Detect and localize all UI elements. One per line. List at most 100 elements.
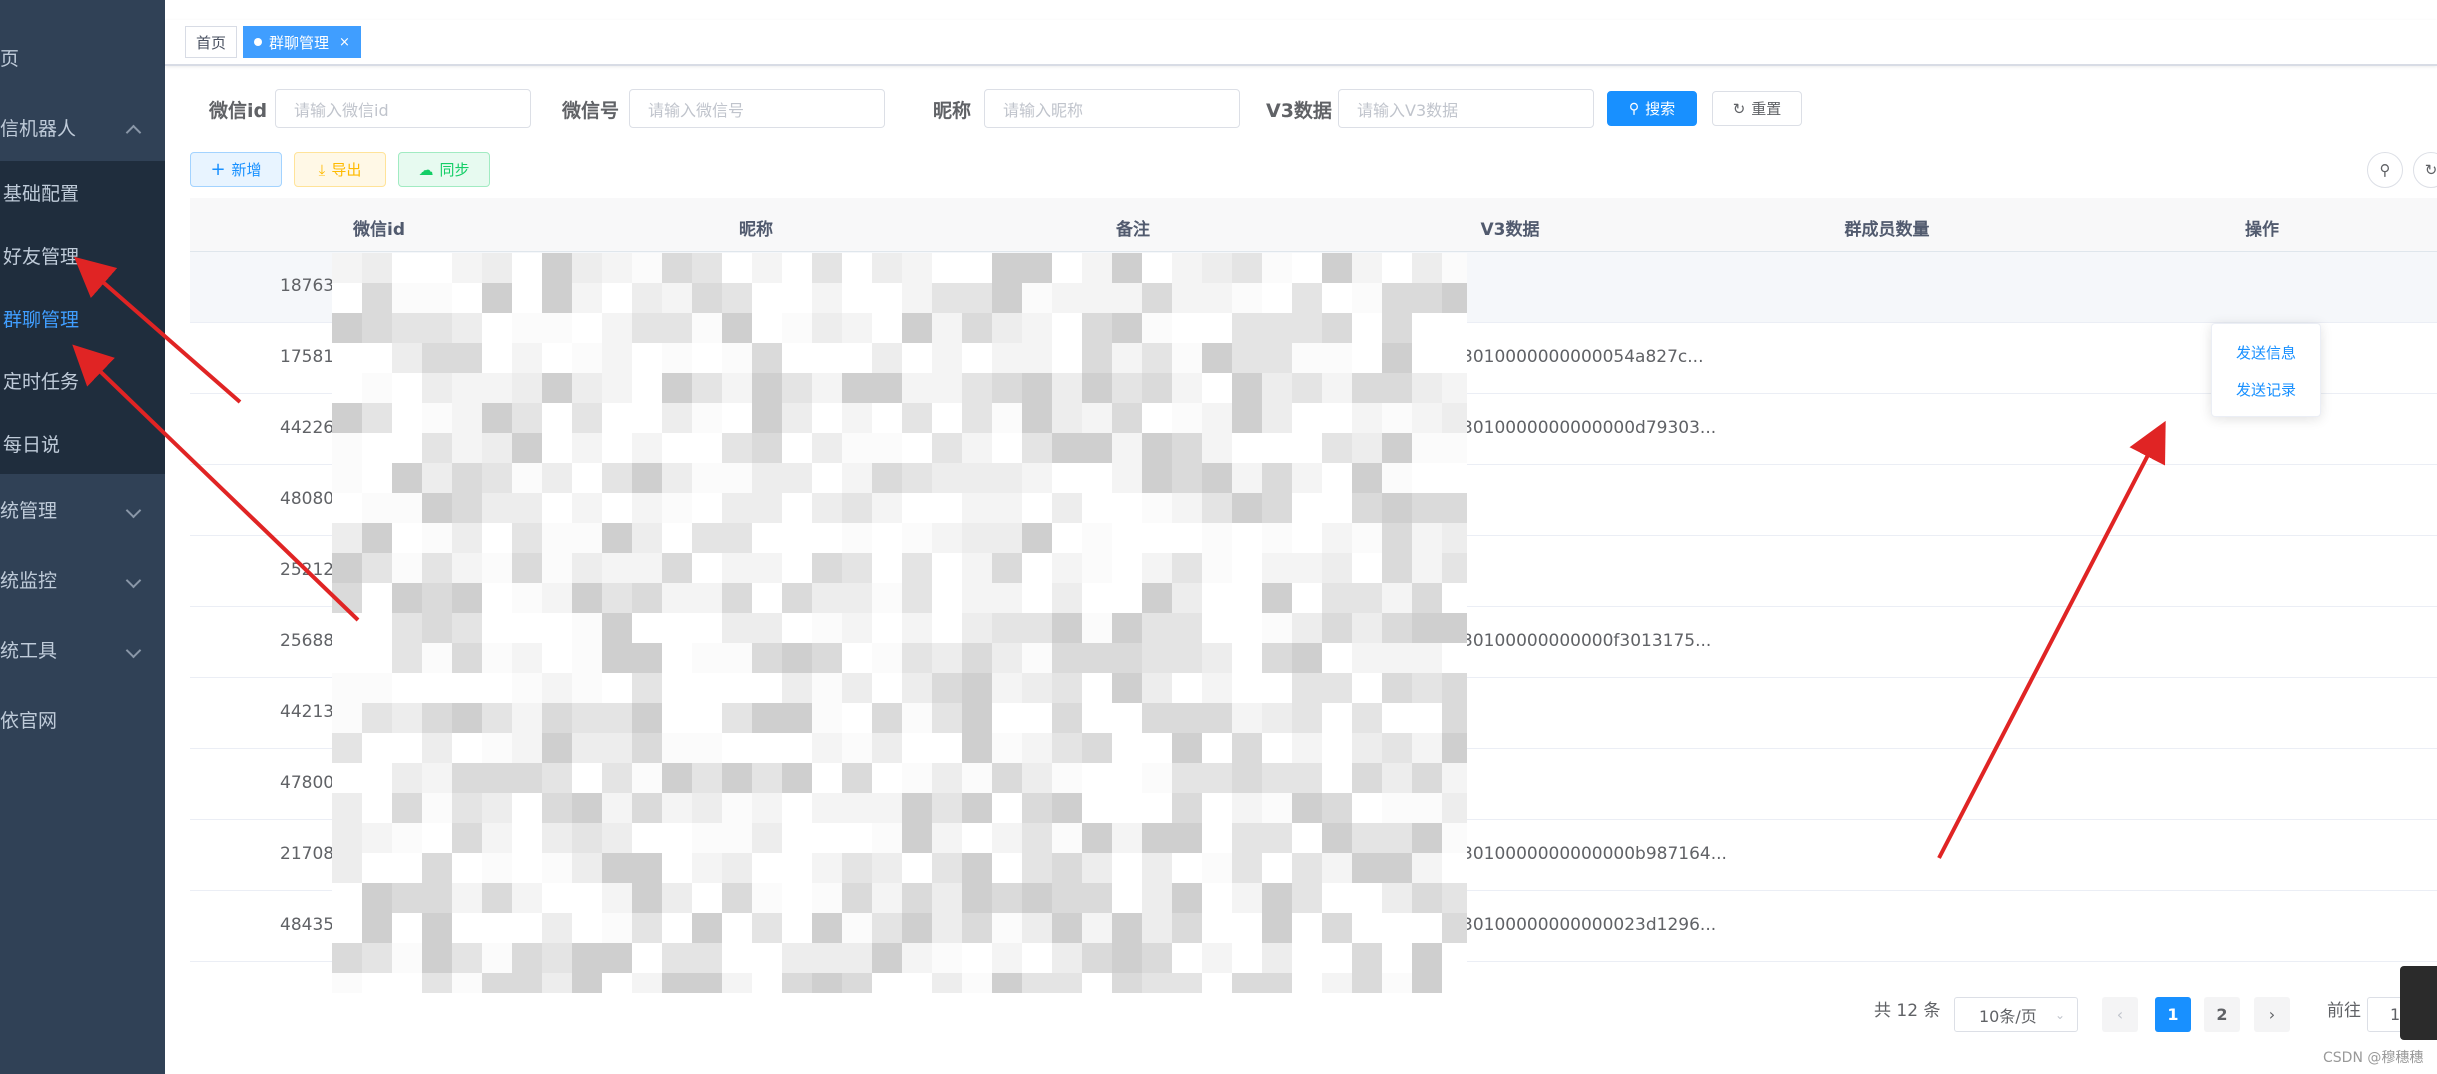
prev-page-button[interactable]: ‹ (2102, 997, 2138, 1032)
mosaic-tile (332, 613, 362, 643)
mosaic-tile (932, 643, 962, 673)
sidebar-item-official-site[interactable]: 依官网 (0, 688, 165, 750)
mosaic-tile (1172, 523, 1202, 553)
mosaic-tile (362, 673, 392, 703)
mosaic-tile (542, 883, 572, 913)
sidebar-item-system-manage[interactable]: 统管理 (0, 478, 165, 540)
mosaic-tile (662, 523, 692, 553)
mosaic-tile (1142, 283, 1172, 313)
mosaic-tile (1322, 403, 1352, 433)
mosaic-tile (1022, 763, 1052, 793)
mosaic-tile (1382, 793, 1412, 823)
sidebar-item-group-manage[interactable]: 群聊管理 (0, 287, 165, 349)
mosaic-tile (842, 523, 872, 553)
mosaic-tile (1022, 943, 1052, 973)
mosaic-tile (782, 553, 812, 583)
mosaic-tile (602, 673, 632, 703)
mosaic-tile (932, 403, 962, 433)
mosaic-tile (1322, 583, 1352, 613)
mosaic-tile (452, 793, 482, 823)
mosaic-tile (1382, 943, 1412, 973)
mosaic-tile (632, 793, 662, 823)
wechat-number-input[interactable]: 请输入微信号 (629, 89, 885, 128)
mosaic-tile (1232, 823, 1262, 853)
mosaic-tile (482, 643, 512, 673)
reset-button[interactable]: ↻ 重置 (1712, 91, 1802, 126)
plus-icon: + (210, 159, 226, 180)
chevron-down-icon (125, 502, 142, 519)
sidebar-item-friend-manage[interactable]: 好友管理 (0, 224, 165, 286)
tab-group-manage[interactable]: 群聊管理 × (243, 26, 361, 58)
mosaic-tile (872, 433, 902, 463)
tab-label: 群聊管理 (269, 33, 330, 52)
dropdown-item-send-record[interactable]: 发送记录 (2236, 379, 2296, 400)
sidebar-item-home[interactable]: 页 (0, 26, 165, 88)
next-page-button[interactable]: › (2254, 997, 2290, 1032)
mosaic-tile (1292, 403, 1322, 433)
tab-home[interactable]: 首页 (185, 26, 238, 58)
mosaic-tile (842, 853, 872, 883)
mosaic-tile (1262, 583, 1292, 613)
mosaic-tile (1292, 613, 1322, 643)
mosaic-tile (362, 613, 392, 643)
mosaic-tile (842, 283, 872, 313)
mosaic-tile (512, 403, 542, 433)
sidebar-item-system-tools[interactable]: 统工具 (0, 618, 165, 680)
sidebar-item-system-monitor[interactable]: 统监控 (0, 548, 165, 610)
mosaic-tile (392, 253, 422, 283)
mosaic-tile (902, 703, 932, 733)
mosaic-tile (1442, 553, 1467, 583)
add-button[interactable]: + 新增 (190, 152, 282, 187)
mosaic-tile (752, 973, 782, 993)
v3-data-input[interactable]: 请输入V3数据 (1338, 89, 1594, 128)
sidebar-item-basic-config[interactable]: 基础配置 (0, 161, 165, 223)
page-size-select[interactable]: 10条/页 ⌄ (1954, 997, 2078, 1032)
page-2-button[interactable]: 2 (2204, 997, 2240, 1032)
mosaic-tile (632, 583, 662, 613)
mosaic-tile (1202, 493, 1232, 523)
mosaic-tile (1112, 883, 1142, 913)
sidebar-item-wechat-robot[interactable]: 信机器人 (0, 96, 165, 158)
search-button[interactable]: ⚲ 搜索 (1607, 91, 1697, 126)
floating-widget[interactable] (2400, 966, 2437, 1040)
mosaic-tile (392, 853, 422, 883)
mosaic-tile (962, 253, 992, 283)
refresh-button[interactable]: ↻ (2413, 152, 2437, 188)
mosaic-tile (962, 673, 992, 703)
mosaic-tile (542, 913, 572, 943)
mosaic-tile (692, 523, 722, 553)
mosaic-tile (1352, 253, 1382, 283)
mosaic-tile (1052, 313, 1082, 343)
mosaic-tile (962, 283, 992, 313)
mosaic-tile (902, 673, 932, 703)
nickname-input[interactable]: 请输入昵称 (984, 89, 1240, 128)
page-1-button[interactable]: 1 (2155, 997, 2191, 1032)
mosaic-tile (602, 823, 632, 853)
close-icon[interactable]: × (339, 35, 350, 50)
dropdown-item-send-message[interactable]: 发送信息 (2236, 342, 2296, 363)
mosaic-tile (422, 943, 452, 973)
mosaic-tile (1142, 433, 1172, 463)
mosaic-tile (1232, 583, 1262, 613)
mosaic-tile (1442, 253, 1467, 283)
export-button[interactable]: ⤓ 导出 (294, 152, 386, 187)
sidebar-item-daily-say[interactable]: 每日说 (0, 412, 165, 474)
mosaic-tile (752, 283, 782, 313)
v3-data-cell: 30100000000000023d1296... (1462, 915, 1717, 935)
mosaic-tile (422, 853, 452, 883)
sidebar-item-scheduled-task[interactable]: 定时任务 (0, 349, 165, 411)
mosaic-tile (692, 313, 722, 343)
mosaic-tile (452, 913, 482, 943)
mosaic-tile (962, 463, 992, 493)
mosaic-tile (632, 493, 662, 523)
mosaic-tile (932, 733, 962, 763)
wechat-id-input[interactable]: 请输入微信id (275, 89, 531, 128)
mosaic-tile (452, 823, 482, 853)
sync-button[interactable]: ☁ 同步 (398, 152, 490, 187)
search-toggle-button[interactable]: ⚲ (2367, 152, 2403, 188)
mosaic-tile (992, 373, 1022, 403)
mosaic-tile (1172, 253, 1202, 283)
mosaic-tile (1412, 643, 1442, 673)
mosaic-tile (1052, 403, 1082, 433)
mosaic-tile (512, 523, 542, 553)
